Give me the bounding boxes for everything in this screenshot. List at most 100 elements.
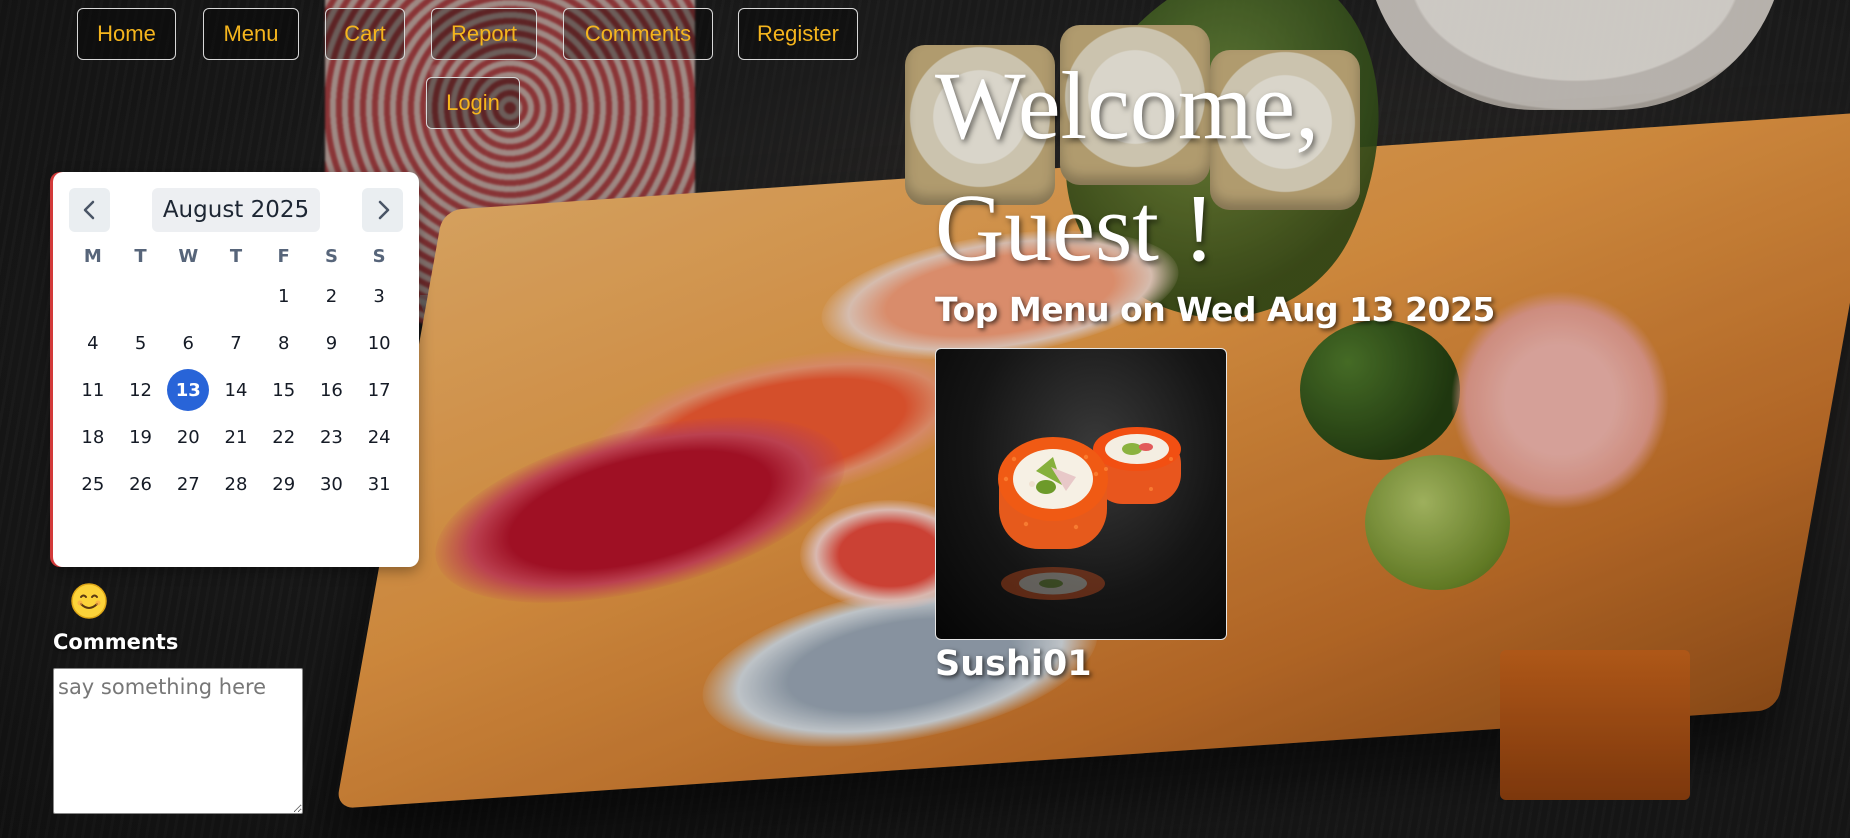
calendar-week-row: 11 12 13 14 15 16 17 (69, 368, 403, 412)
calendar-day-number: 23 (319, 426, 343, 448)
calendar-empty-cell (117, 274, 165, 318)
calendar-day[interactable]: 22 (260, 415, 308, 459)
top-menu-item-name[interactable]: Sushi01 (935, 644, 1092, 684)
calendar-prev-month-button[interactable] (69, 188, 110, 232)
calendar-day-number: 28 (224, 473, 248, 495)
calendar-day-number: 13 (167, 369, 210, 411)
calendar-weekday-header: M T W T F S S (69, 246, 403, 270)
top-menu-item-image[interactable] (935, 348, 1227, 640)
calendar-week-row: 1 2 3 (69, 274, 403, 318)
calendar-day-number: 27 (176, 473, 200, 495)
calendar-day[interactable]: 10 (355, 321, 403, 365)
calendar-day-number: 2 (325, 285, 338, 307)
nav-home[interactable]: Home (77, 8, 176, 60)
page: Home Menu Cart Report Comments Register … (0, 0, 1850, 838)
calendar-day[interactable]: 3 (355, 274, 403, 318)
weekday-label: M (83, 246, 102, 267)
calendar-day-number: 3 (373, 285, 385, 307)
nav-cart[interactable]: Cart (325, 8, 405, 60)
calendar-day[interactable]: 29 (260, 462, 308, 506)
calendar-day-number: 12 (129, 379, 153, 401)
calendar-day-number: 25 (81, 473, 105, 495)
calendar-day-number: 20 (176, 426, 200, 448)
comments-textarea[interactable] (53, 668, 303, 814)
calendar-day-number: 8 (277, 332, 290, 354)
nav-login[interactable]: Login (426, 77, 520, 129)
calendar-day-number: 1 (277, 285, 290, 307)
calendar-day[interactable]: 14 (212, 368, 260, 412)
nav-register[interactable]: Register (738, 8, 858, 60)
weekday-label: T (134, 246, 147, 267)
calendar-day[interactable]: 18 (69, 415, 117, 459)
calendar-day[interactable]: 31 (355, 462, 403, 506)
welcome-line-2: Guest ! (935, 174, 1215, 281)
calendar-day-number: 9 (325, 332, 338, 354)
smiley-emoji-icon[interactable] (69, 581, 109, 621)
calendar-day[interactable]: 11 (69, 368, 117, 412)
comments-label: Comments (53, 630, 179, 654)
calendar-week-row: 18 19 20 21 22 23 24 (69, 415, 403, 459)
calendar-next-month-button[interactable] (362, 188, 403, 232)
smiley-face-icon (71, 583, 107, 619)
calendar-day[interactable]: 21 (212, 415, 260, 459)
calendar-day-number: 7 (230, 332, 242, 354)
calendar-day-number: 30 (319, 473, 343, 495)
calendar-day-number: 19 (129, 426, 153, 448)
calendar-day[interactable]: 24 (355, 415, 403, 459)
weekday-label: S (324, 246, 338, 267)
weekday-label: W (178, 246, 199, 267)
calendar-day-number: 4 (87, 332, 99, 354)
calendar-day[interactable]: 19 (117, 415, 165, 459)
calendar-day[interactable]: 30 (308, 462, 356, 506)
calendar-day-number: 24 (367, 426, 391, 448)
calendar-day-number: 5 (134, 332, 147, 354)
calendar-day[interactable]: 25 (69, 462, 117, 506)
calendar-day-number: 31 (367, 473, 391, 495)
calendar-day[interactable]: 7 (212, 321, 260, 365)
calendar-empty-cell (212, 274, 260, 318)
calendar-day[interactable]: 2 (308, 274, 356, 318)
weekday-label: T (229, 246, 243, 267)
sushi-roll-image (998, 427, 1181, 600)
calendar: August 2025 M T W T F S S 1 2 3 4 5 6 7 8 9 10 11 1… (53, 172, 419, 567)
calendar-day[interactable]: 5 (117, 321, 165, 365)
calendar-day[interactable]: 1 (260, 274, 308, 318)
calendar-day[interactable]: 15 (260, 368, 308, 412)
chevron-right-icon (378, 200, 389, 220)
calendar-day-number: 22 (272, 426, 296, 448)
calendar-day[interactable]: 27 (164, 462, 212, 506)
calendar-day[interactable]: 17 (355, 368, 403, 412)
calendar-day-number: 29 (272, 473, 296, 495)
calendar-day[interactable]: 6 (164, 321, 212, 365)
calendar-day-number: 10 (367, 332, 391, 354)
top-menu-heading: Top Menu on Wed Aug 13 2025 (935, 290, 1495, 329)
calendar-day[interactable]: 12 (117, 368, 165, 412)
calendar-day[interactable]: 26 (117, 462, 165, 506)
calendar-empty-cell (164, 274, 212, 318)
weekday-label: S (372, 246, 386, 267)
calendar-day[interactable]: 9 (308, 321, 356, 365)
calendar-day-number: 26 (129, 473, 153, 495)
calendar-day[interactable]: 8 (260, 321, 308, 365)
nav-report[interactable]: Report (431, 8, 537, 60)
calendar-day[interactable]: 23 (308, 415, 356, 459)
calendar-empty-cell (69, 274, 117, 318)
calendar-month-title[interactable]: August 2025 (152, 188, 320, 232)
calendar-day[interactable]: 28 (212, 462, 260, 506)
calendar-day-selected[interactable]: 13 (164, 368, 212, 412)
calendar-day-number: 17 (367, 379, 391, 401)
calendar-day-number: 16 (319, 379, 343, 401)
calendar-week-row: 4 5 6 7 8 9 10 (69, 321, 403, 365)
nav-menu[interactable]: Menu (203, 8, 299, 60)
chevron-left-icon (83, 200, 94, 220)
calendar-day-number: 14 (224, 379, 248, 401)
calendar-day[interactable]: 4 (69, 321, 117, 365)
calendar-day-number: 18 (81, 426, 105, 448)
calendar-day[interactable]: 20 (164, 415, 212, 459)
calendar-day[interactable]: 16 (308, 368, 356, 412)
calendar-day-number: 21 (224, 426, 248, 448)
calendar-day-number: 15 (272, 379, 296, 401)
calendar-day-number: 6 (182, 332, 194, 354)
nav-comments[interactable]: Comments (563, 8, 713, 60)
calendar-week-row: 25 26 27 28 29 30 31 (69, 462, 403, 506)
